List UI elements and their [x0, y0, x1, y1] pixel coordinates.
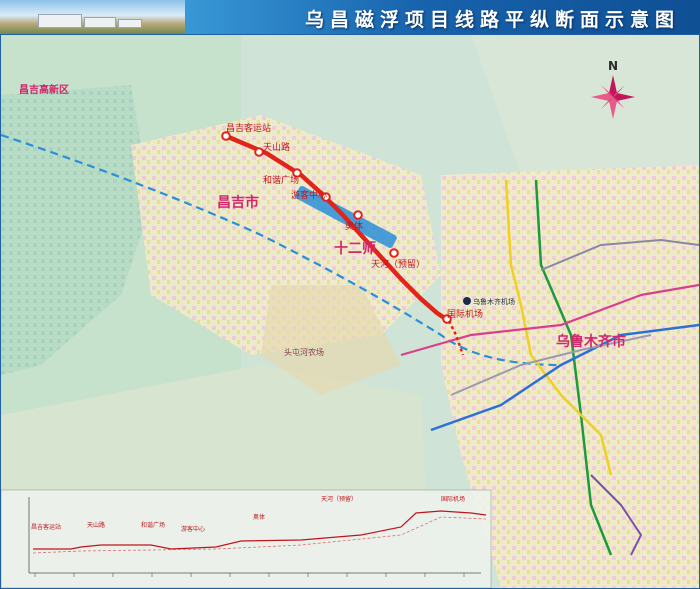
station-label-s1: 昌吉客运站 — [226, 122, 271, 134]
station-label-s5: 奥体 — [345, 220, 363, 232]
profile-station-3: 和谐广场 — [141, 521, 165, 529]
region-label-hightech: 昌吉高新区 — [19, 83, 69, 96]
airport-terminal-label: 乌鲁木齐机场 — [473, 297, 515, 306]
station-label-s3: 和谐广场 — [263, 174, 299, 186]
profile-station-5: 奥体 — [253, 513, 265, 521]
profile-station-2: 天山路 — [87, 521, 105, 529]
map-title: 乌昌磁浮项目线路平纵断面示意图 — [304, 9, 680, 31]
title-banner: 乌昌磁浮项目线路平纵断面示意图 — [0, 0, 700, 34]
station-label-s7: 国际机场 — [447, 308, 483, 320]
region-label-farm: 头屯河农场 — [284, 347, 324, 357]
station-label-s6: 天河（预留） — [371, 258, 425, 270]
profile-station-1: 昌吉客运站 — [31, 523, 61, 531]
station-marker-aoti — [353, 210, 363, 220]
station-marker-tianhe — [389, 248, 399, 258]
profile-inset: 昌吉客运站 天山路 和谐广场 游客中心 奥体 天河（预留） 国际机场 — [1, 489, 492, 588]
map-frame: 昌吉客运站 天山路 和谐广场 游客中心 奥体 天河（预留） 国际机场 乌鲁木齐机… — [0, 34, 700, 589]
region-label-changji: 昌吉市 — [217, 194, 259, 211]
profile-station-6: 天河（预留） — [321, 495, 357, 503]
map-canvas: 昌吉客运站 天山路 和谐广场 游客中心 奥体 天河（预留） 国际机场 乌鲁木齐机… — [1, 35, 699, 588]
compass-letter: N — [608, 59, 618, 73]
region-label-shiershi: 十二师 — [334, 240, 376, 257]
profile-station-7: 国际机场 — [441, 495, 465, 503]
profile-station-4: 游客中心 — [181, 525, 205, 533]
airport-icon — [463, 297, 471, 305]
station-marker-tianshanlu — [254, 147, 264, 157]
region-label-urumqi: 乌鲁木齐市 — [556, 333, 626, 350]
station-label-s4: 游客中心 — [291, 189, 327, 201]
station-label-s2: 天山路 — [263, 141, 290, 153]
banner-photo — [0, 0, 185, 34]
